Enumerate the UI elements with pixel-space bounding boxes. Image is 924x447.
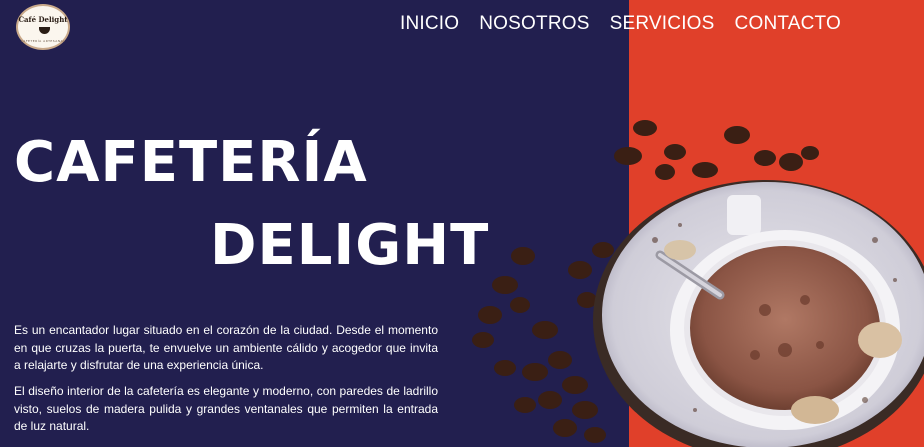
- hero-title-line2: DELIGHT: [210, 213, 490, 278]
- hero-paragraph-1: Es un encantador lugar situado en el cor…: [14, 323, 438, 372]
- nav-servicios[interactable]: SERVICIOS: [610, 13, 715, 35]
- nav-contacto[interactable]: CONTACTO: [735, 13, 841, 35]
- logo-tagline: CAFETERÍA ARTESANAL: [20, 39, 66, 43]
- hero-paragraph-2: El diseño interior de la cafetería es el…: [14, 384, 438, 433]
- site-logo[interactable]: Café Delight CAFETERÍA ARTESANAL: [16, 4, 70, 50]
- main-navigation: INICIO NOSOTROS SERVICIOS CONTACTO: [400, 13, 841, 35]
- hot-chocolate-cup-image: [472, 120, 924, 447]
- logo-brand-text: Café Delight: [18, 15, 68, 24]
- hero-title-line1: CAFETERÍA: [14, 130, 368, 195]
- nav-inicio[interactable]: INICIO: [400, 13, 459, 35]
- coffee-cup-logo-icon: [39, 27, 50, 34]
- nav-nosotros[interactable]: NOSOTROS: [479, 13, 589, 35]
